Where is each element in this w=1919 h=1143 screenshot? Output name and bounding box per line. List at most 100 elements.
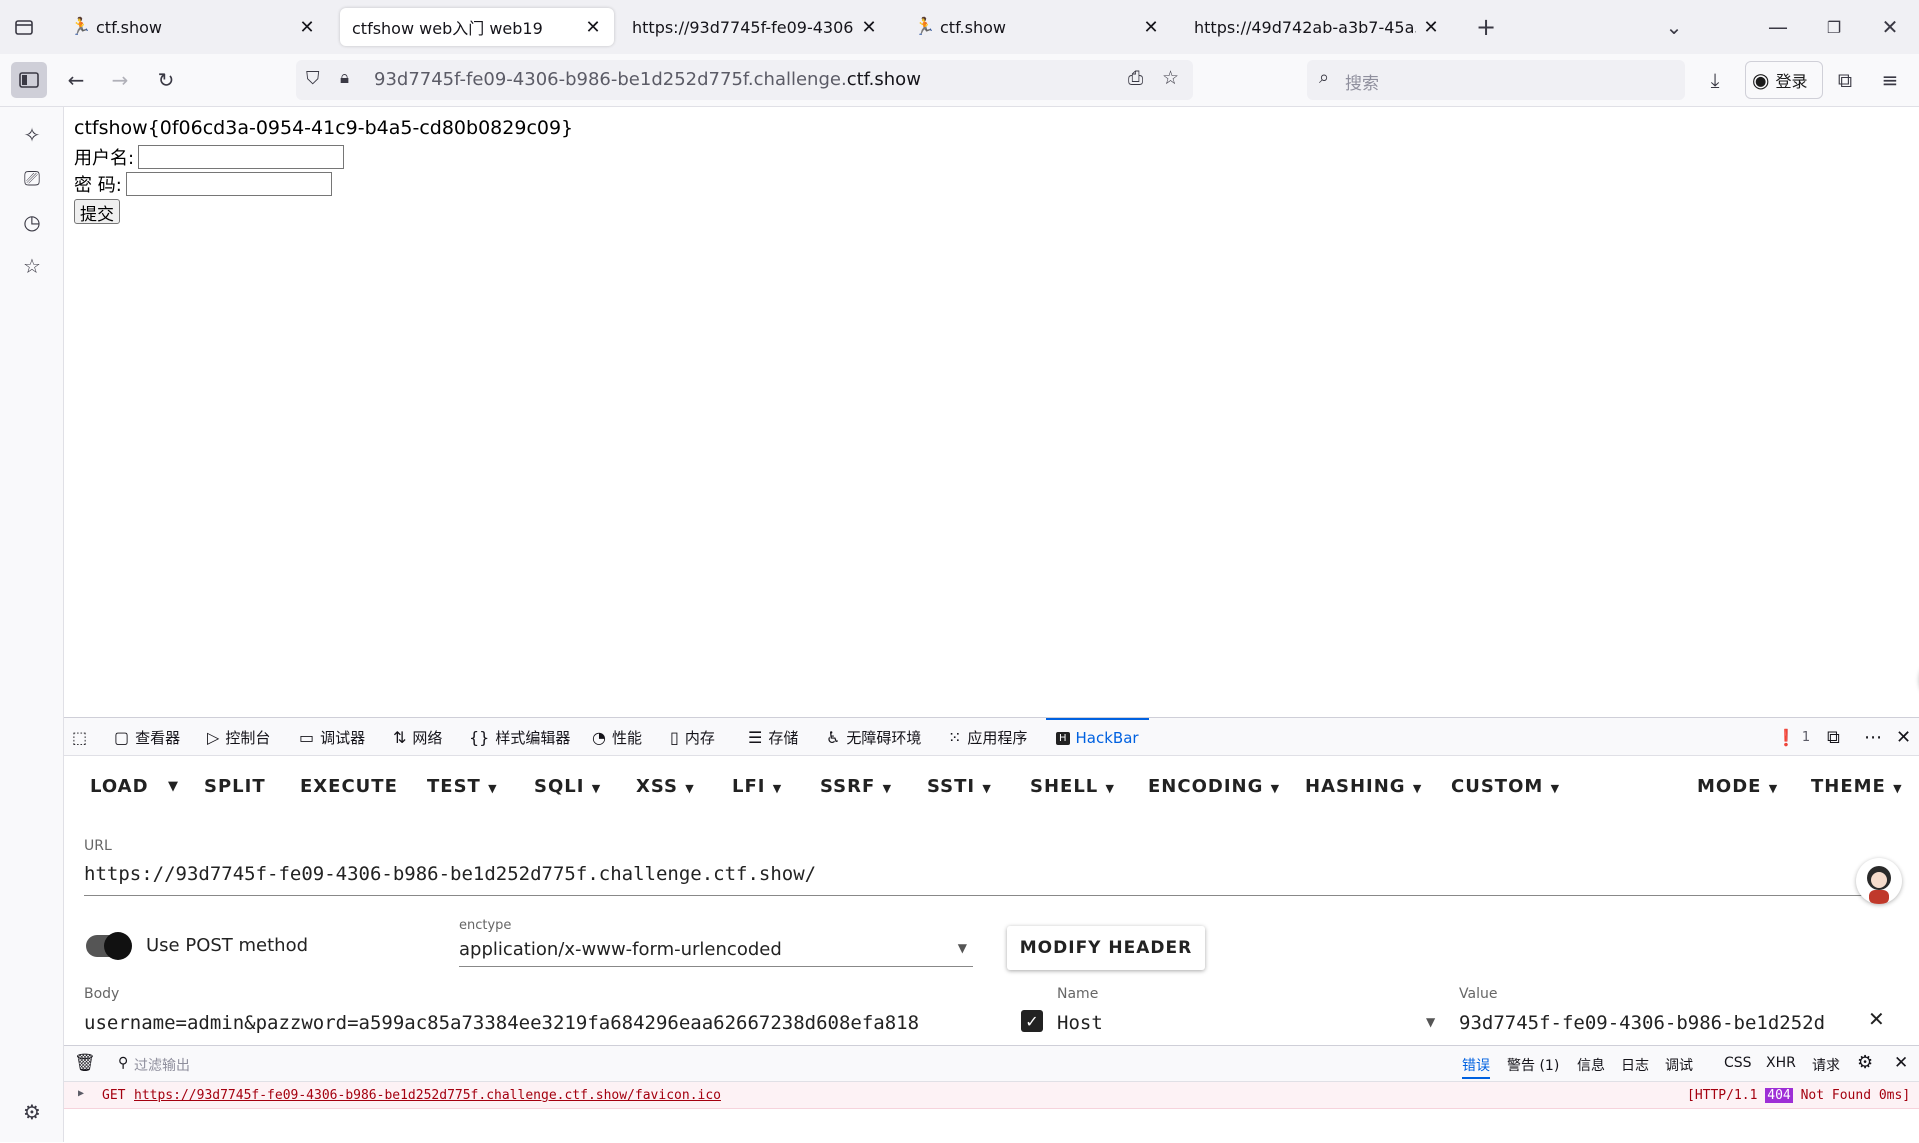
url-input[interactable]: https://93d7745f-fe09-4306-b986-be1d252d… xyxy=(84,863,816,885)
tab-challenge-url[interactable]: https://93d7745f-fe09-4306-b98( ✕ xyxy=(620,8,890,46)
error-count-badge[interactable]: ❗ 1 xyxy=(1776,718,1810,756)
more-options-icon[interactable]: ⋯ xyxy=(1864,718,1882,756)
level-debug[interactable]: 调试 xyxy=(1665,1055,1693,1075)
username-input[interactable] xyxy=(138,145,345,169)
post-method-toggle[interactable] xyxy=(86,932,132,960)
header-value-input[interactable]: 93d7745f-fe09-4306-b986-be1d252d xyxy=(1459,1012,1825,1034)
minimize-icon[interactable]: — xyxy=(1760,9,1796,45)
hackbar-load-button[interactable]: LOAD xyxy=(90,776,149,797)
hackbar-theme-menu[interactable]: THEME ▼ xyxy=(1811,776,1903,797)
console-settings-gear-icon[interactable]: ⚙ xyxy=(1857,1052,1873,1073)
load-dropdown-icon[interactable]: ▼ xyxy=(168,779,179,794)
app-menu-icon[interactable]: ≡ xyxy=(1872,62,1908,98)
close-window-icon[interactable]: ✕ xyxy=(1872,9,1908,45)
submit-button[interactable]: 提交 xyxy=(74,199,120,224)
level-errors[interactable]: 错误 xyxy=(1462,1055,1490,1079)
tab-inspector[interactable]: ▢ 查看器 xyxy=(114,718,180,756)
hackbar-sqli-menu[interactable]: SQLI ▼ xyxy=(534,776,601,797)
hackbar-mode-menu[interactable]: MODE ▼ xyxy=(1697,776,1778,797)
tab-console[interactable]: ▷ 控制台 xyxy=(207,718,270,756)
console-error-row[interactable]: ▶ GET https://93d7745f-fe09-4306-b986-be… xyxy=(64,1082,1919,1109)
customize-sidebar-gear-icon[interactable]: ⚙ xyxy=(17,1097,47,1127)
bookmarks-icon[interactable]: ☆ xyxy=(17,251,47,281)
level-warnings[interactable]: 警告 (1) xyxy=(1507,1055,1559,1075)
close-tab-icon[interactable]: ✕ xyxy=(1422,17,1440,38)
filter-output-input[interactable]: 过滤输出 xyxy=(134,1055,190,1075)
bookmark-star-icon[interactable]: ☆ xyxy=(1162,67,1179,89)
search-bar[interactable]: ⌕ 搜索 xyxy=(1307,60,1685,100)
filter-icon: ⚲ xyxy=(118,1055,129,1071)
hackbar-execute-button[interactable]: EXECUTE xyxy=(300,776,398,797)
filter-xhr[interactable]: XHR xyxy=(1766,1055,1796,1071)
hackbar-shell-menu[interactable]: SHELL ▼ xyxy=(1030,776,1115,797)
close-console-icon[interactable]: ✕ xyxy=(1894,1053,1908,1073)
body-input[interactable]: username=admin&pazzword=a599ac85a73384ee… xyxy=(84,1012,919,1034)
tab-storage[interactable]: ☰ 存储 xyxy=(748,718,798,756)
restore-icon[interactable]: ❐ xyxy=(1816,9,1852,45)
filter-requests[interactable]: 请求 xyxy=(1812,1055,1840,1075)
tab-ctfshow-1[interactable]: 🏃 ctf.show ✕ xyxy=(58,8,328,46)
filter-css[interactable]: CSS xyxy=(1724,1055,1752,1071)
hackbar-ssrf-menu[interactable]: SSRF ▼ xyxy=(820,776,892,797)
downloads-icon[interactable]: ⤓ xyxy=(1697,62,1733,98)
close-tab-icon[interactable]: ✕ xyxy=(298,17,316,38)
level-info[interactable]: 信息 xyxy=(1577,1055,1605,1075)
hackbar-ssti-menu[interactable]: SSTI ▼ xyxy=(927,776,992,797)
lock-icon[interactable]: 🔒︎ xyxy=(340,68,349,88)
clear-console-trash-icon[interactable]: 🗑︎ xyxy=(74,1053,96,1073)
tab-performance[interactable]: ◔ 性能 xyxy=(592,718,642,756)
tab-web19[interactable]: ctfshow web入门 web19 ✕ xyxy=(340,8,614,46)
new-tab-icon[interactable]: + xyxy=(1468,9,1504,45)
header-name-input[interactable]: Host xyxy=(1057,1012,1103,1034)
level-logs[interactable]: 日志 xyxy=(1621,1055,1649,1075)
enctype-select[interactable]: application/x-www-form-urlencoded ▼ xyxy=(459,939,973,965)
error-request-link[interactable]: https://93d7745f-fe09-4306-b986-be1d252d… xyxy=(134,1088,721,1103)
tab-debugger[interactable]: ▭ 调试器 xyxy=(299,718,365,756)
remove-header-icon[interactable]: ✕ xyxy=(1868,1007,1885,1031)
tab-other-challenge[interactable]: https://49d742ab-a3b7-45a5-b2 ✕ xyxy=(1182,8,1452,46)
forward-icon[interactable]: → xyxy=(102,62,138,98)
tab-accessibility[interactable]: ♿︎ 无障碍环境 xyxy=(826,718,921,756)
list-tabs-chevron-icon[interactable]: ⌄ xyxy=(1656,9,1692,45)
close-tab-icon[interactable]: ✕ xyxy=(1142,17,1160,38)
header-enabled-checkbox[interactable]: ✓ xyxy=(1021,1010,1043,1032)
tab-application[interactable]: ⁙ 应用程序 xyxy=(948,718,1027,756)
tracking-shield-icon[interactable]: ⛉ xyxy=(306,68,320,89)
address-bar[interactable]: ⛉ 🔒︎ 93d7745f-fe09-4306-b986-be1d252d775… xyxy=(296,60,1193,100)
back-icon[interactable]: ← xyxy=(58,62,94,98)
reload-icon[interactable]: ↻ xyxy=(148,62,184,98)
tab-hackbar[interactable]: H HackBar xyxy=(1046,718,1149,756)
close-tab-icon[interactable]: ✕ xyxy=(584,17,602,38)
tab-network[interactable]: ⇅ 网络 xyxy=(393,718,442,756)
header-name-dropdown-icon[interactable]: ▼ xyxy=(1426,1015,1435,1029)
close-tab-icon[interactable]: ✕ xyxy=(860,17,878,38)
synced-tabs-icon[interactable]: ⎚ xyxy=(17,163,47,193)
caret-down-icon: ▼ xyxy=(882,782,893,795)
hackbar-test-menu[interactable]: TEST ▼ xyxy=(427,776,498,797)
avatar[interactable] xyxy=(1856,858,1902,904)
tab-ctfshow-2[interactable]: 🏃 ctf.show ✕ xyxy=(902,8,1172,46)
ai-chatbot-icon[interactable]: ✧ xyxy=(17,120,47,150)
tab-memory[interactable]: ▯ 内存 xyxy=(670,718,715,756)
sidebar-toggle-icon[interactable] xyxy=(11,62,47,98)
reader-install-icon[interactable]: ⎙ xyxy=(1128,67,1143,89)
hackbar-custom-menu[interactable]: CUSTOM ▼ xyxy=(1451,776,1560,797)
extensions-icon[interactable]: ⧉ xyxy=(1827,62,1863,98)
hackbar-hashing-menu[interactable]: HASHING ▼ xyxy=(1305,776,1422,797)
tab-style-editor[interactable]: {} 样式编辑器 xyxy=(469,718,570,756)
modify-header-button[interactable]: MODIFY HEADER xyxy=(1007,926,1205,970)
element-picker-icon[interactable]: ⬚ xyxy=(72,718,93,756)
account-login-button[interactable]: ◉ 登录 xyxy=(1745,61,1823,99)
firefox-view-icon[interactable] xyxy=(6,9,42,45)
account-icon: ◉ xyxy=(1752,68,1770,92)
close-devtools-icon[interactable]: ✕ xyxy=(1896,718,1911,756)
expand-triangle-icon[interactable]: ▶ xyxy=(78,1088,84,1099)
hackbar-lfi-menu[interactable]: LFI ▼ xyxy=(732,776,782,797)
hackbar-encoding-menu[interactable]: ENCODING ▼ xyxy=(1148,776,1280,797)
hackbar-xss-menu[interactable]: XSS ▼ xyxy=(636,776,695,797)
caret-down-icon: ▼ xyxy=(772,782,783,795)
history-icon[interactable]: ◷ xyxy=(17,207,47,237)
password-input[interactable] xyxy=(125,172,332,196)
hackbar-split-button[interactable]: SPLIT xyxy=(204,776,266,797)
dock-mode-icon[interactable]: ⧉ xyxy=(1827,718,1840,756)
